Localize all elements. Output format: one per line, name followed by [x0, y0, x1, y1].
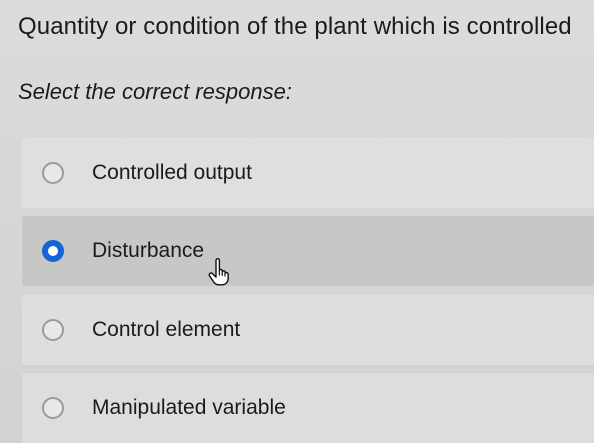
radio-unselected-icon[interactable]: [42, 319, 64, 341]
answer-label: Disturbance: [92, 239, 205, 262]
radio-unselected-icon[interactable]: [42, 162, 64, 184]
radio-unselected-icon[interactable]: [42, 397, 64, 419]
answer-option-controlled-output[interactable]: Controlled output: [22, 138, 594, 208]
radio-selected-icon[interactable]: [42, 240, 64, 262]
answer-label: Control element: [92, 318, 241, 341]
answer-option-disturbance[interactable]: Disturbance: [22, 216, 594, 286]
answer-option-manipulated-variable[interactable]: Manipulated variable: [22, 373, 594, 443]
answer-label: Controlled output: [92, 161, 252, 184]
answer-option-control-element[interactable]: Control element: [22, 295, 594, 365]
answer-label: Manipulated variable: [92, 396, 286, 419]
quiz-screen: Quantity or condition of the plant which…: [0, 0, 594, 443]
instruction-text: Select the correct response:: [18, 79, 292, 104]
hand-pointer-icon: [208, 258, 229, 286]
question-text: Quantity or condition of the plant which…: [18, 13, 572, 40]
